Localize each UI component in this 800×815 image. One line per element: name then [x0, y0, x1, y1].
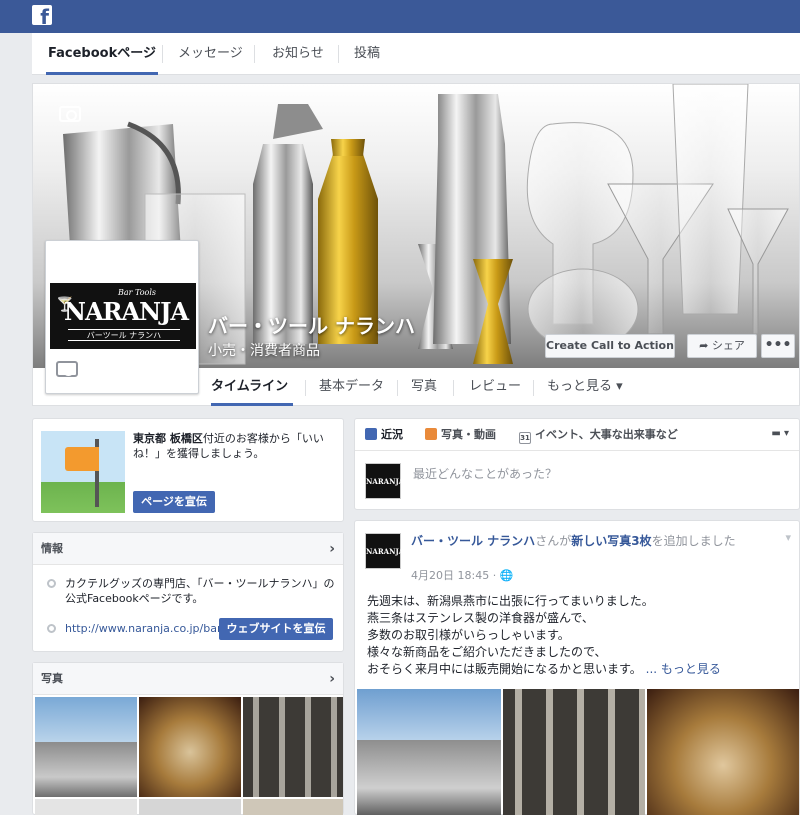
top-bar: f	[0, 0, 800, 33]
chevron-right-icon: ›	[329, 541, 335, 557]
promote-page-button[interactable]: ページを宣伝	[133, 491, 215, 513]
composer-tab-event-label: イベント、大事な出来事など	[535, 428, 678, 441]
post-options-chevron-icon[interactable]: ▾	[785, 531, 791, 544]
logo-name: NARANJA	[64, 297, 189, 326]
post-timestamp: 4月20日 18:45 · 🌐	[411, 567, 513, 583]
info-header[interactable]: 情報 ›	[33, 533, 343, 565]
photo-thumbnail[interactable]	[243, 697, 343, 797]
chevron-right-icon: ›	[329, 671, 335, 687]
post-line: おそらく来月中には販売開始になるかと思います。 ... もっと見る	[367, 662, 721, 676]
nav-divider	[453, 380, 454, 396]
page-nav-timeline[interactable]: タイムライン	[211, 368, 293, 406]
composer-tab-photo-label: 写真・動画	[441, 428, 496, 441]
logo-japanese-text: バーツール ナランハ	[68, 329, 180, 341]
composer-tab-event[interactable]: 31 イベント、大事な出来事など	[519, 419, 678, 451]
promote-location: 東京都 板橋区	[133, 432, 203, 445]
globe-icon: 🌐	[499, 569, 514, 582]
more-options-button[interactable]: •••	[761, 334, 795, 358]
info-icon	[47, 579, 56, 588]
share-label: シェア	[711, 339, 745, 352]
post-author-avatar[interactable]: NARANJA	[365, 533, 404, 569]
tab-posts[interactable]: 投稿	[354, 33, 380, 75]
promote-text: 東京都 板橋区付近のお客様から「いいね！」を獲得しましょう。	[133, 431, 333, 461]
page-nav-more[interactable]: もっと見る ▾	[547, 368, 623, 406]
post-line: 多数のお取引様がいらっしゃいます。	[367, 628, 570, 642]
photos-title: 写真	[41, 672, 63, 685]
cover-camera-icon[interactable]	[59, 106, 81, 122]
profile-camera-icon[interactable]	[56, 361, 78, 377]
photo-icon	[425, 428, 437, 440]
page-category: 小売・消費者商品	[208, 343, 320, 359]
post-line: 様々な新商品をご紹介いただきましたので、	[367, 645, 607, 659]
post-body: 先週末は、新潟県燕市に出張に行ってまいりました。 燕三条はステンレス製の洋食器が…	[367, 593, 787, 678]
info-card: 情報 › カクテルグッズの専門店、「バー・ツールナランハ」の公式Facebookペ…	[32, 532, 344, 652]
tab-divider	[162, 45, 163, 63]
photo-thumbnail[interactable]	[35, 799, 137, 815]
post-composer: 近況 写真・動画 31 イベント、大事な出来事など ▬ ▾ NARANJA 最近ど…	[354, 418, 800, 510]
logo-small-text: Bar Tools	[118, 288, 157, 297]
share-button[interactable]: ➦ シェア	[687, 334, 757, 358]
timeline-post: NARANJA バー・ツール ナランハさんが新しい写真3枚を追加しました ▾ 4…	[354, 520, 800, 815]
post-photos-link[interactable]: 新しい写真3枚	[571, 534, 651, 548]
page-nav-about[interactable]: 基本データ	[319, 368, 384, 406]
post-title: バー・ツール ナランハさんが新しい写真3枚を追加しました	[411, 533, 741, 549]
photo-thumbnail[interactable]	[139, 697, 241, 797]
promote-page-card: 東京都 板橋区付近のお客様から「いいね！」を獲得しましょう。 ページを宣伝	[32, 418, 344, 522]
info-title: 情報	[41, 542, 63, 555]
composer-tab-status-label: 近況	[381, 428, 403, 441]
photo-thumbnail[interactable]	[139, 799, 241, 815]
post-line: 燕三条はステンレス製の洋食器が盛んで、	[367, 611, 594, 625]
keyboard-dropdown-icon[interactable]: ▬ ▾	[771, 428, 789, 439]
see-more-link[interactable]: ... もっと見る	[646, 662, 721, 676]
share-arrow-icon: ➦	[699, 339, 712, 352]
post-photo[interactable]	[357, 689, 501, 815]
post-date[interactable]: 4月20日 18:45 ·	[411, 569, 500, 582]
pencil-icon	[365, 428, 377, 440]
composer-tab-status[interactable]: 近況	[365, 419, 403, 451]
globe-icon	[47, 624, 56, 633]
post-action-suffix: を追加しました	[651, 534, 736, 548]
nav-divider	[397, 380, 398, 396]
profile-picture[interactable]: 🍸 Bar Tools NARANJA バーツール ナランハ	[45, 240, 199, 394]
photos-card: 写真 ›	[32, 662, 344, 815]
naranja-logo: 🍸 Bar Tools NARANJA バーツール ナランハ	[50, 283, 196, 349]
page-nav-reviews[interactable]: レビュー	[469, 368, 521, 406]
tab-messages[interactable]: メッセージ	[178, 33, 243, 75]
composer-tab-photo-video[interactable]: 写真・動画	[425, 419, 496, 451]
tab-notifications[interactable]: お知らせ	[272, 33, 324, 75]
create-call-to-action-button[interactable]: Create Call to Action	[545, 334, 675, 358]
post-photo[interactable]	[647, 689, 799, 815]
photos-header[interactable]: 写真 ›	[33, 663, 343, 695]
tab-divider	[338, 45, 339, 63]
photo-thumbnail[interactable]	[243, 799, 343, 815]
composer-page-avatar: NARANJA	[365, 463, 404, 499]
page-header: バー・ツール ナランハ 小売・消費者商品 Create Call to Acti…	[32, 83, 800, 406]
page-description: カクテルグッズの専門店、「バー・ツールナランハ」の公式Facebookページです…	[65, 577, 335, 605]
promote-flag-illustration	[41, 431, 125, 513]
nav-divider	[305, 380, 306, 396]
page-admin-tabs: Facebookページ メッセージ お知らせ 投稿	[32, 33, 800, 75]
post-line: 先週末は、新潟県燕市に出張に行ってまいりました。	[367, 594, 654, 608]
nav-divider	[533, 380, 534, 396]
composer-tabs: 近況 写真・動画 31 イベント、大事な出来事など ▬ ▾	[355, 419, 799, 451]
post-photo[interactable]	[503, 689, 645, 815]
page-nav-photos[interactable]: 写真	[411, 368, 437, 406]
promote-website-button[interactable]: ウェブサイトを宣伝	[219, 618, 333, 640]
calendar-icon: 31	[519, 432, 531, 444]
composer-input[interactable]: 最近どんなことがあった？	[413, 465, 557, 482]
page-name: バー・ツール ナランハ	[208, 314, 415, 338]
tab-facebook-page[interactable]: Facebookページ	[46, 33, 158, 75]
post-action-prefix: さんが	[535, 534, 572, 548]
facebook-logo-icon[interactable]: f	[32, 5, 52, 27]
post-author-link[interactable]: バー・ツール ナランハ	[411, 534, 535, 548]
tab-divider	[254, 45, 255, 63]
website-link[interactable]: http://www.naranja.co.jp/bar	[65, 621, 222, 636]
flag-icon	[65, 447, 99, 471]
photo-thumbnail[interactable]	[35, 697, 137, 797]
